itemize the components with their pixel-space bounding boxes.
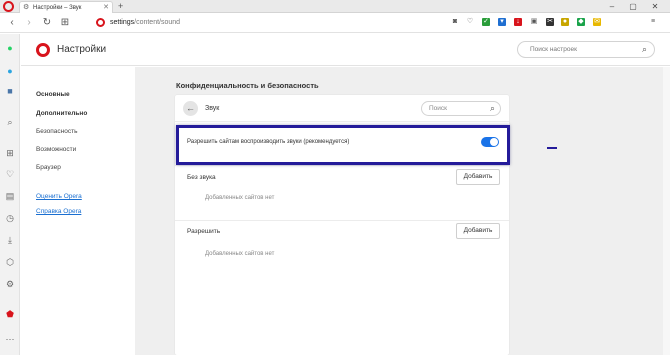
allow-label: Разрешить — [187, 228, 221, 235]
download-icon[interactable]: ⤓ — [5, 235, 15, 245]
search-settings-placeholder: Поиск настроек — [530, 46, 577, 53]
history-icon[interactable]: ◷ — [5, 213, 15, 223]
close-window-button[interactable]: ✕ — [649, 1, 661, 12]
opera-menu-icon[interactable] — [3, 1, 14, 12]
nav-browser[interactable]: Браузер — [36, 164, 61, 172]
more-icon[interactable]: ⋯ — [5, 334, 15, 344]
gear-icon: ⚙ — [23, 4, 30, 11]
tab-settings-sound[interactable]: ⚙ Настройки – Звук ✕ — [19, 1, 113, 13]
opera-logo — [36, 43, 50, 57]
vpn-icon[interactable]: ▾ — [498, 18, 506, 26]
menu-icon[interactable]: ≡ — [649, 18, 657, 26]
search-icon[interactable]: ⌕ — [5, 117, 15, 127]
nav-features[interactable]: Возможности — [36, 146, 76, 154]
camera-icon[interactable]: ◙ — [451, 18, 459, 26]
settings-main: Конфиденциальность и безопасность ← Звук… — [135, 67, 670, 355]
settings-header: Настройки Поиск настроек ⌕ — [21, 34, 670, 66]
card-header: ← Звук Поиск ⌕ — [175, 95, 509, 122]
allow-section-header: Разрешить Добавить — [175, 221, 509, 243]
page-scrollbar[interactable] — [663, 67, 670, 355]
heart-icon[interactable]: ♡ — [5, 169, 15, 179]
nav-advanced[interactable]: Дополнительно — [36, 110, 87, 118]
back-button[interactable]: ‹ — [6, 17, 18, 29]
back-arrow-icon[interactable]: ← — [183, 101, 198, 116]
crypto-icon[interactable]: ● — [561, 18, 569, 26]
tab-strip: ⚙ Настройки – Звук ✕ + – ▢ ✕ — [0, 0, 670, 13]
box-icon[interactable]: ⬡ — [5, 257, 15, 267]
heart-icon[interactable]: ♡ — [466, 18, 474, 26]
mute-section-header: Без звука Добавить — [175, 167, 509, 189]
search-settings-input[interactable]: Поиск настроек ⌕ — [517, 41, 655, 58]
maximize-button[interactable]: ▢ — [627, 1, 639, 12]
telegram-icon[interactable]: ● — [5, 66, 15, 76]
news-icon[interactable]: ▤ — [5, 191, 15, 201]
extension-icon[interactable]: ◆ — [577, 18, 585, 26]
speed-dial-button[interactable]: ⊞ — [59, 17, 71, 29]
message-icon[interactable]: ✉ — [593, 18, 601, 26]
scissors-icon[interactable]: ✂ — [546, 18, 554, 26]
tab-close-icon[interactable]: ✕ — [103, 3, 109, 12]
section-title: Конфиденциальность и безопасность — [176, 81, 319, 90]
card-search-placeholder: Поиск — [429, 105, 448, 112]
page-title: Настройки — [57, 44, 107, 55]
download-icon[interactable]: ↓ — [514, 18, 522, 26]
highlight-frame — [176, 125, 510, 165]
minimize-button[interactable]: – — [606, 1, 618, 12]
reload-button[interactable]: ↻ — [41, 17, 53, 29]
tab-title: Настройки – Звук — [33, 5, 82, 11]
nav-security[interactable]: Безопасность — [36, 128, 77, 136]
link-rate-opera[interactable]: Оценить Opera — [36, 193, 82, 201]
new-tab-button[interactable]: + — [118, 0, 123, 12]
url-host: settings — [110, 19, 135, 26]
allow-add-button[interactable]: Добавить — [456, 223, 500, 239]
vk-icon[interactable]: ■ — [5, 86, 15, 96]
address-bar: ‹ › ↻ ⊞ settings/content/sound ◙ ♡ ✓ ▾ ↓… — [0, 13, 670, 33]
shield-icon[interactable]: ✓ — [482, 18, 490, 26]
url-field[interactable]: settings/content/sound — [110, 18, 180, 27]
browser-sidebar: ● ● ■ ⌕ ⊞ ♡ ▤ ◷ ⤓ ⬡ ⚙ ⬟ ⋯ — [0, 34, 20, 355]
card-search-input[interactable]: Поиск ⌕ — [421, 101, 501, 116]
annotation-dash — [547, 147, 557, 149]
settings-icon[interactable]: ⚙ — [5, 279, 15, 289]
whatsapp-icon[interactable]: ● — [5, 43, 15, 53]
settings-nav: Основные Дополнительно Безопасность Возм… — [21, 67, 135, 355]
mute-add-button[interactable]: Добавить — [456, 169, 500, 185]
opera-url-icon — [96, 18, 105, 27]
search-icon: ⌕ — [489, 103, 495, 113]
nav-basic[interactable]: Основные — [36, 91, 70, 99]
search-icon: ⌕ — [641, 44, 647, 54]
lock-icon[interactable]: ▣ — [530, 18, 538, 26]
url-path: /content/sound — [134, 19, 181, 26]
card-title: Звук — [205, 105, 220, 112]
speed-dial-icon[interactable]: ⊞ — [5, 148, 15, 158]
shield-icon[interactable]: ⬟ — [5, 309, 15, 319]
allow-empty-text: Добавленных сайтов нет — [205, 251, 275, 257]
link-opera-help[interactable]: Справка Opera — [36, 208, 81, 216]
mute-label: Без звука — [187, 174, 216, 181]
forward-button[interactable]: › — [23, 17, 35, 29]
mute-empty-text: Добавленных сайтов нет — [205, 195, 275, 201]
divider — [175, 165, 509, 166]
